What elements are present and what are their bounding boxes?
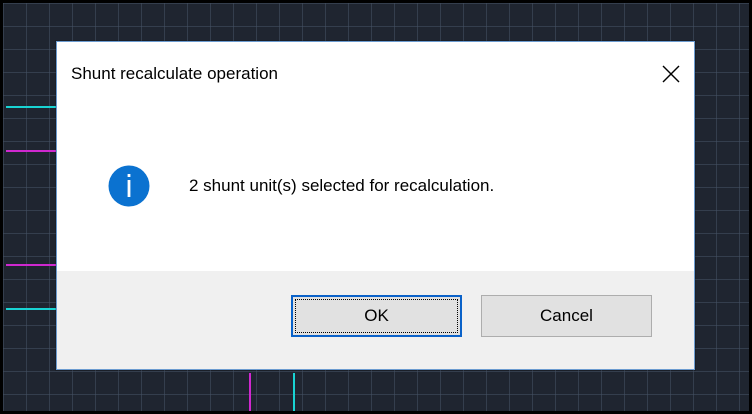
info-icon (108, 165, 150, 207)
magenta-wire (249, 373, 251, 411)
dialog-content: 2 shunt unit(s) selected for recalculati… (57, 106, 694, 271)
cancel-button-label: Cancel (540, 306, 593, 325)
cancel-button[interactable]: Cancel (481, 295, 652, 337)
cyan-wire (6, 308, 59, 310)
dialog-title: Shunt recalculate operation (71, 64, 278, 83)
dialog-button-area: OK Cancel (57, 271, 694, 369)
dialog-title-bar[interactable]: Shunt recalculate operation (57, 42, 694, 106)
message-dialog: Shunt recalculate operation 2 shunt unit… (56, 41, 695, 370)
focus-indicator (295, 299, 458, 333)
magenta-wire (6, 150, 59, 152)
cyan-wire (293, 373, 295, 411)
ok-button[interactable]: OK (291, 295, 462, 337)
close-button[interactable] (648, 54, 694, 94)
close-icon (662, 65, 680, 83)
magenta-wire (6, 264, 59, 266)
dialog-message: 2 shunt unit(s) selected for recalculati… (189, 176, 495, 195)
cyan-wire (6, 106, 59, 108)
